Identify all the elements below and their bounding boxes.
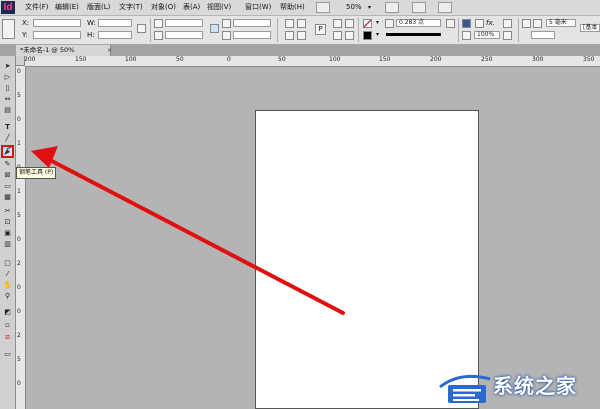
watermark-text: 系统之家: [493, 374, 577, 398]
arrow-head: [31, 146, 58, 168]
arrow-shaft: [44, 156, 345, 315]
annotation-arrow: [31, 146, 345, 315]
